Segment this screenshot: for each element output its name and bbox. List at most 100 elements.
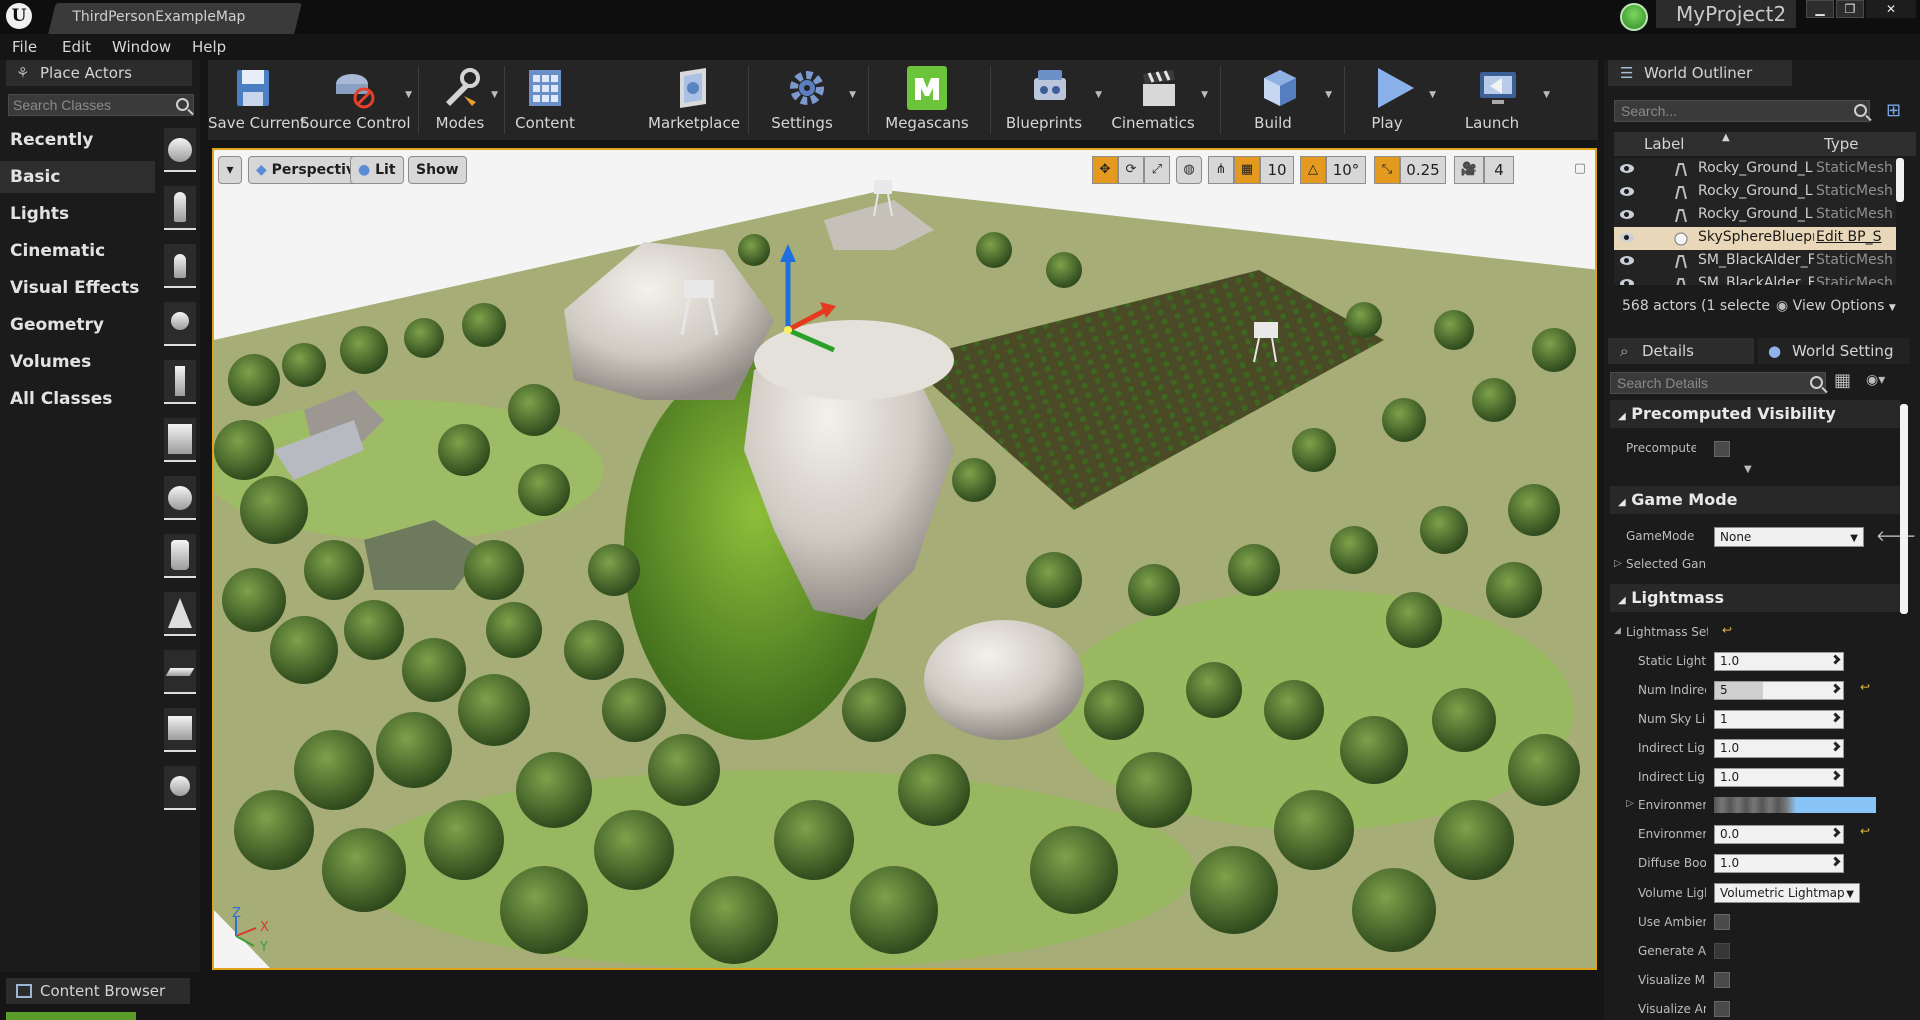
details-scrollbar[interactable]	[1900, 404, 1908, 614]
outliner-scrollbar[interactable]	[1896, 158, 1904, 202]
diffuse-boost-field[interactable]: 1.0	[1714, 854, 1844, 873]
sphere-thumb[interactable]	[164, 476, 196, 520]
search-icon[interactable]	[1810, 376, 1823, 389]
landscape-scene[interactable]	[214, 150, 1597, 970]
empty-actor-thumb[interactable]	[164, 128, 196, 172]
category-geometry[interactable]: Geometry	[0, 309, 155, 341]
drag-handle-icon[interactable]	[1830, 712, 1841, 723]
outliner-row[interactable]: SM_BlackAlder_F StaticMesh	[1614, 250, 1896, 273]
search-icon[interactable]	[1854, 104, 1867, 117]
property-matrix-icon[interactable]: ▦	[1834, 370, 1851, 391]
environment-intensity-field[interactable]: 0.0	[1714, 825, 1844, 844]
expand-advanced-icon[interactable]: ▼	[1744, 464, 1752, 475]
modes-button[interactable]: Modes ▼	[422, 60, 498, 140]
reset-to-default-icon[interactable]: ↩	[1860, 680, 1870, 694]
outliner-row[interactable]: Rocky_Ground_L StaticMesh	[1614, 204, 1896, 227]
level-viewport[interactable]: Z X Y ▾ ◆ Perspective ● Lit Show ✥ ⟳ ⤢ ◍…	[212, 148, 1597, 970]
megascans-button[interactable]: Megascans	[872, 60, 982, 140]
outliner-row[interactable]: Rocky_Ground_L StaticMesh	[1614, 181, 1896, 204]
player-start-thumb[interactable]	[164, 360, 196, 404]
expand-arrow-icon[interactable]: ▷	[1626, 798, 1634, 809]
cylinder-thumb[interactable]	[164, 534, 196, 578]
rotation-snap-icon[interactable]: △	[1300, 156, 1326, 184]
maximize-button[interactable]: ❐	[1836, 0, 1864, 18]
collapse-arrow-icon[interactable]: ◢	[1614, 626, 1621, 636]
search-icon[interactable]	[176, 98, 189, 111]
lit-mode-button[interactable]: ● Lit	[350, 156, 404, 184]
empty-character-thumb[interactable]	[164, 186, 196, 230]
num-indirect-bounces-field[interactable]: 5	[1714, 681, 1844, 700]
level-tab[interactable]: ThirdPersonExampleMap	[48, 3, 302, 34]
grid-snap-icon[interactable]: ▦	[1234, 156, 1260, 184]
add-new-button[interactable]	[6, 1012, 136, 1020]
menu-help[interactable]: Help	[192, 38, 226, 56]
camera-speed-value[interactable]: 4	[1484, 156, 1514, 184]
details-tab[interactable]: ⌕ Details	[1608, 338, 1754, 364]
point-light-thumb[interactable]	[164, 302, 196, 346]
edit-blueprint-link[interactable]: Edit BP_S	[1816, 229, 1896, 245]
sphere-trigger-thumb[interactable]	[164, 766, 196, 810]
rotation-snap-value[interactable]: 10°	[1326, 156, 1366, 184]
visualize-material-diffuse-checkbox[interactable]	[1714, 972, 1730, 988]
category-cinematic[interactable]: Cinematic	[0, 235, 155, 267]
scale-snap-icon[interactable]: ⤡	[1374, 156, 1400, 184]
grid-snap-value[interactable]: 10	[1260, 156, 1294, 184]
source-control-dropdown-icon[interactable]: ▼	[405, 90, 412, 100]
outliner-row[interactable]: Rocky_Ground_L StaticMesh	[1614, 158, 1896, 181]
static-lighting-level-scale-field[interactable]: 1.0	[1714, 652, 1844, 671]
play-dropdown-icon[interactable]: ▼	[1429, 90, 1436, 100]
visualize-ambient-occlusion-checkbox[interactable]	[1714, 1001, 1730, 1017]
section-precomputed-visibility[interactable]: ◢ Precomputed Visibility	[1610, 400, 1900, 428]
gamemode-override-select[interactable]: None ▼	[1714, 527, 1864, 547]
visibility-eye-icon[interactable]	[1620, 210, 1634, 219]
show-button[interactable]: Show	[408, 156, 467, 184]
cinematics-button[interactable]: Cinematics ▼	[1106, 60, 1212, 140]
drag-handle-icon[interactable]	[1830, 683, 1841, 694]
blueprints-dropdown-icon[interactable]: ▼	[1095, 90, 1102, 100]
volume-lighting-method-select[interactable]: Volumetric Lightmap ▼	[1714, 883, 1860, 903]
cinematics-dropdown-icon[interactable]: ▼	[1201, 90, 1208, 100]
drag-handle-icon[interactable]	[1830, 654, 1841, 665]
use-selected-arrow-icon[interactable]: 🡐	[1876, 526, 1916, 545]
minimize-button[interactable]: ▁	[1806, 0, 1834, 18]
expand-arrow-icon[interactable]: ▷	[1614, 558, 1622, 569]
drag-handle-icon[interactable]	[1830, 827, 1841, 838]
environment-color-swatch[interactable]	[1714, 797, 1876, 813]
drag-handle-icon[interactable]	[1830, 770, 1841, 781]
menu-file[interactable]: File	[12, 38, 37, 56]
category-basic[interactable]: Basic	[0, 161, 155, 193]
cube-thumb[interactable]	[164, 418, 196, 462]
plane-thumb[interactable]	[164, 650, 196, 694]
generate-ambient-occlusion-checkbox[interactable]	[1714, 943, 1730, 959]
reset-to-default-icon[interactable]: ↩	[1722, 623, 1732, 637]
use-ambient-occlusion-checkbox[interactable]	[1714, 914, 1730, 930]
visibility-filter-icon[interactable]: ◉▾	[1866, 372, 1885, 388]
world-settings-tab[interactable]: ● World Setting	[1758, 338, 1910, 364]
play-button[interactable]: Play ▼	[1348, 60, 1440, 140]
blueprints-button[interactable]: Blueprints ▼	[994, 60, 1106, 140]
launch-dropdown-icon[interactable]: ▼	[1543, 90, 1550, 100]
cone-thumb[interactable]	[164, 592, 196, 636]
modes-dropdown-icon[interactable]: ▼	[491, 90, 498, 100]
visibility-eye-icon[interactable]	[1620, 187, 1634, 196]
drag-handle-icon[interactable]	[1830, 856, 1841, 867]
section-game-mode[interactable]: ◢ Game Mode	[1610, 486, 1900, 514]
indirect-lighting-smoothness-field[interactable]: 1.0	[1714, 768, 1844, 787]
outliner-row-selected[interactable]: SkySphereBluepr Edit BP_S	[1614, 227, 1896, 250]
precompute-visibility-checkbox[interactable]	[1714, 441, 1730, 457]
column-label[interactable]: Label	[1644, 135, 1684, 153]
camera-speed-icon[interactable]: 🎥	[1454, 156, 1484, 184]
indirect-lighting-quality-field[interactable]: 1.0	[1714, 739, 1844, 758]
category-all-classes[interactable]: All Classes	[0, 383, 155, 415]
content-button[interactable]: Content	[508, 60, 582, 140]
rotate-mode-icon[interactable]: ⟳	[1118, 156, 1144, 184]
reset-to-default-icon[interactable]: ↩	[1860, 824, 1870, 838]
content-browser-tab[interactable]: Content Browser	[6, 978, 190, 1004]
add-filter-icon[interactable]: ⊞	[1886, 100, 1901, 121]
details-search-input[interactable]	[1610, 372, 1826, 394]
category-lights[interactable]: Lights	[0, 198, 155, 230]
category-visual-effects[interactable]: Visual Effects	[0, 272, 155, 304]
view-options-button[interactable]: ◉ View Options ▼	[1776, 298, 1896, 314]
scale-mode-icon[interactable]: ⤢	[1144, 156, 1170, 184]
world-local-icon[interactable]: ◍	[1176, 156, 1202, 184]
